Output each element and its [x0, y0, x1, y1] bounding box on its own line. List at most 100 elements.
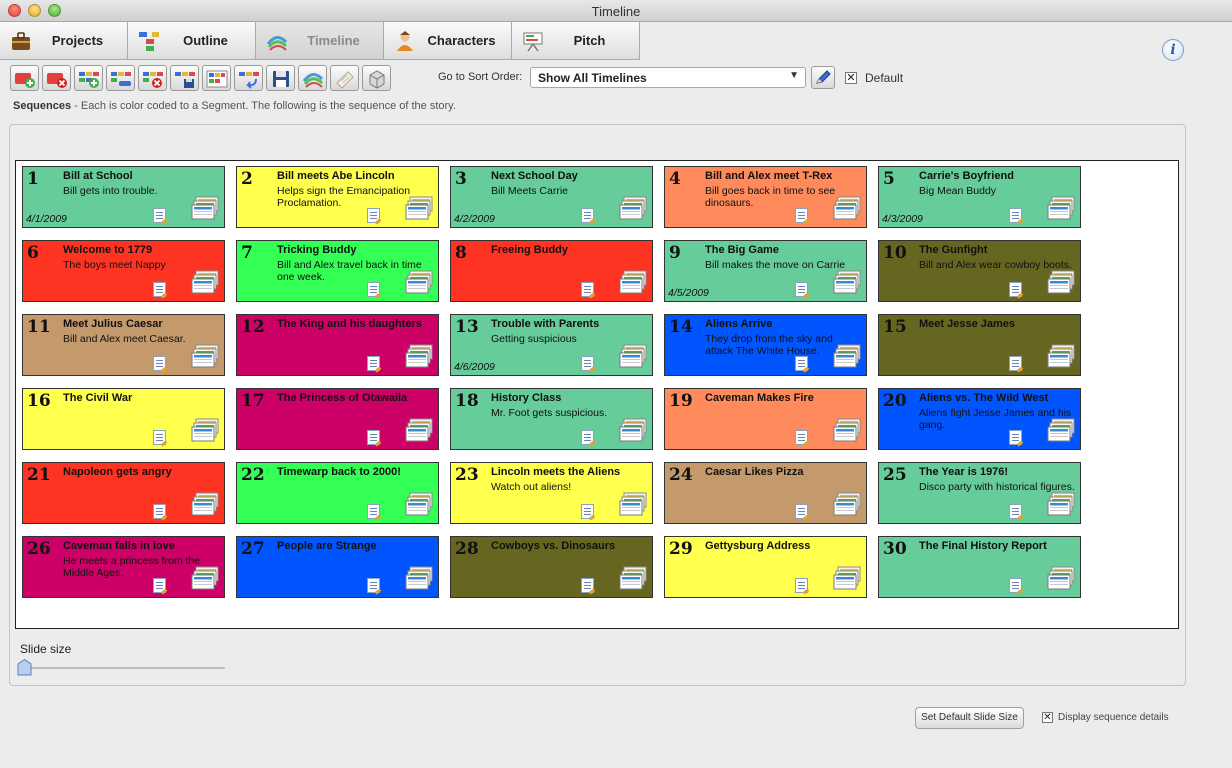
save-sequence-button[interactable] [170, 65, 199, 91]
slides-icon[interactable] [833, 492, 861, 516]
slides-icon[interactable] [1047, 270, 1075, 294]
colors-button[interactable] [298, 65, 327, 91]
slides-icon[interactable] [405, 344, 433, 368]
slides-icon[interactable] [833, 344, 861, 368]
notes-icon[interactable] [367, 356, 380, 371]
sequence-card[interactable]: 13 Trouble with Parents Getting suspicious… [450, 314, 653, 376]
slides-icon[interactable] [619, 418, 647, 442]
tab-timeline[interactable]: Timeline [256, 22, 384, 60]
sequence-card[interactable]: 10 The Gunfight Bill and Alex wear cowboy … [878, 240, 1081, 302]
paper-button[interactable] [330, 65, 359, 91]
sequence-card[interactable]: 11 Meet Julius Caesar Bill and Alex meet C… [22, 314, 225, 376]
slides-icon[interactable] [191, 196, 219, 220]
notes-icon[interactable] [581, 504, 594, 519]
tab-outline[interactable]: Outline [128, 22, 256, 60]
set-default-slide-size-button[interactable]: Set Default Slide Size [915, 707, 1024, 729]
sequence-card[interactable]: 18 History Class Mr. Foot gets suspicious. [450, 388, 653, 450]
notes-icon[interactable] [1009, 430, 1022, 445]
sequence-card[interactable]: 29 Gettysburg Address [664, 536, 867, 598]
notes-icon[interactable] [1009, 208, 1022, 223]
sequence-card[interactable]: 28 Cowboys vs. Dinosaurs [450, 536, 653, 598]
slides-icon[interactable] [619, 492, 647, 516]
notes-icon[interactable] [581, 430, 594, 445]
notes-icon[interactable] [153, 208, 166, 223]
sequence-card[interactable]: 9 The Big Game Bill makes the move on Carr… [664, 240, 867, 302]
sequence-card[interactable]: 21 Napoleon gets angry [22, 462, 225, 524]
sequence-card[interactable]: 3 Next School Day Bill Meets Carrie 4/2/200… [450, 166, 653, 228]
slides-icon[interactable] [191, 418, 219, 442]
notes-icon[interactable] [367, 430, 380, 445]
sequence-card[interactable]: 26 Caveman falls in love He meets a prince… [22, 536, 225, 598]
notes-icon[interactable] [1009, 282, 1022, 297]
box-button[interactable] [362, 65, 391, 91]
delete-timeline-button[interactable] [42, 65, 71, 91]
sequence-card[interactable]: 12 The King and his daughters [236, 314, 439, 376]
save-button[interactable] [266, 65, 295, 91]
edit-sort-order-button[interactable] [811, 66, 835, 89]
sequence-card[interactable]: 27 People are Strange [236, 536, 439, 598]
notes-icon[interactable] [367, 208, 380, 223]
notes-icon[interactable] [795, 282, 808, 297]
notes-icon[interactable] [153, 504, 166, 519]
notes-icon[interactable] [153, 578, 166, 593]
slides-icon[interactable] [191, 270, 219, 294]
sequence-card[interactable]: 30 The Final History Report [878, 536, 1081, 598]
notes-icon[interactable] [581, 578, 594, 593]
slides-icon[interactable] [833, 196, 861, 220]
remove-sequence-button[interactable] [106, 65, 135, 91]
tab-pitch[interactable]: Pitch [512, 22, 640, 60]
notes-icon[interactable] [1009, 504, 1022, 519]
notes-icon[interactable] [367, 578, 380, 593]
slides-icon[interactable] [833, 566, 861, 590]
sequence-card[interactable]: 16 The Civil War [22, 388, 225, 450]
sequence-card[interactable]: 19 Caveman Makes Fire [664, 388, 867, 450]
slides-icon[interactable] [1047, 566, 1075, 590]
notes-icon[interactable] [581, 282, 594, 297]
sequence-card[interactable]: 2 Bill meets Abe Lincoln Helps sign the Em… [236, 166, 439, 228]
slides-icon[interactable] [619, 566, 647, 590]
slides-icon[interactable] [1047, 344, 1075, 368]
sort-order-select[interactable]: Show All Timelines ▼ [530, 67, 806, 88]
sequence-card[interactable]: 6 Welcome to 1779 The boys meet Nappy [22, 240, 225, 302]
add-sequence-button[interactable] [74, 65, 103, 91]
notes-icon[interactable] [795, 208, 808, 223]
slides-icon[interactable] [619, 344, 647, 368]
slides-icon[interactable] [405, 566, 433, 590]
sequence-card[interactable]: 25 The Year is 1976! Disco party with hist… [878, 462, 1081, 524]
import-sequence-button[interactable] [234, 65, 263, 91]
notes-icon[interactable] [795, 356, 808, 371]
sequence-card[interactable]: 22 Timewarp back to 2000! [236, 462, 439, 524]
notes-icon[interactable] [1009, 356, 1022, 371]
notes-icon[interactable] [153, 282, 166, 297]
default-checkbox[interactable]: ✕ [845, 72, 857, 84]
slides-icon[interactable] [405, 492, 433, 516]
slides-icon[interactable] [619, 196, 647, 220]
notes-icon[interactable] [153, 430, 166, 445]
sequence-card[interactable]: 23 Lincoln meets the Aliens Watch out alie… [450, 462, 653, 524]
slides-icon[interactable] [405, 270, 433, 294]
notes-icon[interactable] [581, 208, 594, 223]
sequence-card[interactable]: 20 Aliens vs. The Wild West Aliens fight J… [878, 388, 1081, 450]
display-details-checkbox[interactable]: ✕ [1042, 712, 1053, 723]
slides-icon[interactable] [405, 196, 433, 220]
notes-icon[interactable] [795, 430, 808, 445]
slides-icon[interactable] [833, 270, 861, 294]
slides-icon[interactable] [191, 492, 219, 516]
sequence-card[interactable]: 24 Caesar Likes Pizza [664, 462, 867, 524]
slide-size-slider-thumb[interactable] [17, 659, 32, 676]
notes-icon[interactable] [795, 578, 808, 593]
slides-icon[interactable] [1047, 492, 1075, 516]
slides-icon[interactable] [619, 270, 647, 294]
sequence-card[interactable]: 5 Carrie's Boyfriend Big Mean Buddy 4/3/200… [878, 166, 1081, 228]
sequence-card[interactable]: 4 Bill and Alex meet T-Rex Bill goes back … [664, 166, 867, 228]
sequence-card[interactable]: 14 Aliens Arrive They drop from the sky an… [664, 314, 867, 376]
notes-icon[interactable] [1009, 578, 1022, 593]
help-button[interactable]: i [1162, 39, 1184, 61]
slides-icon[interactable] [1047, 196, 1075, 220]
slides-icon[interactable] [1047, 418, 1075, 442]
slides-icon[interactable] [405, 418, 433, 442]
notes-icon[interactable] [367, 504, 380, 519]
tab-characters[interactable]: Characters [384, 22, 512, 60]
slides-icon[interactable] [833, 418, 861, 442]
add-timeline-button[interactable] [10, 65, 39, 91]
